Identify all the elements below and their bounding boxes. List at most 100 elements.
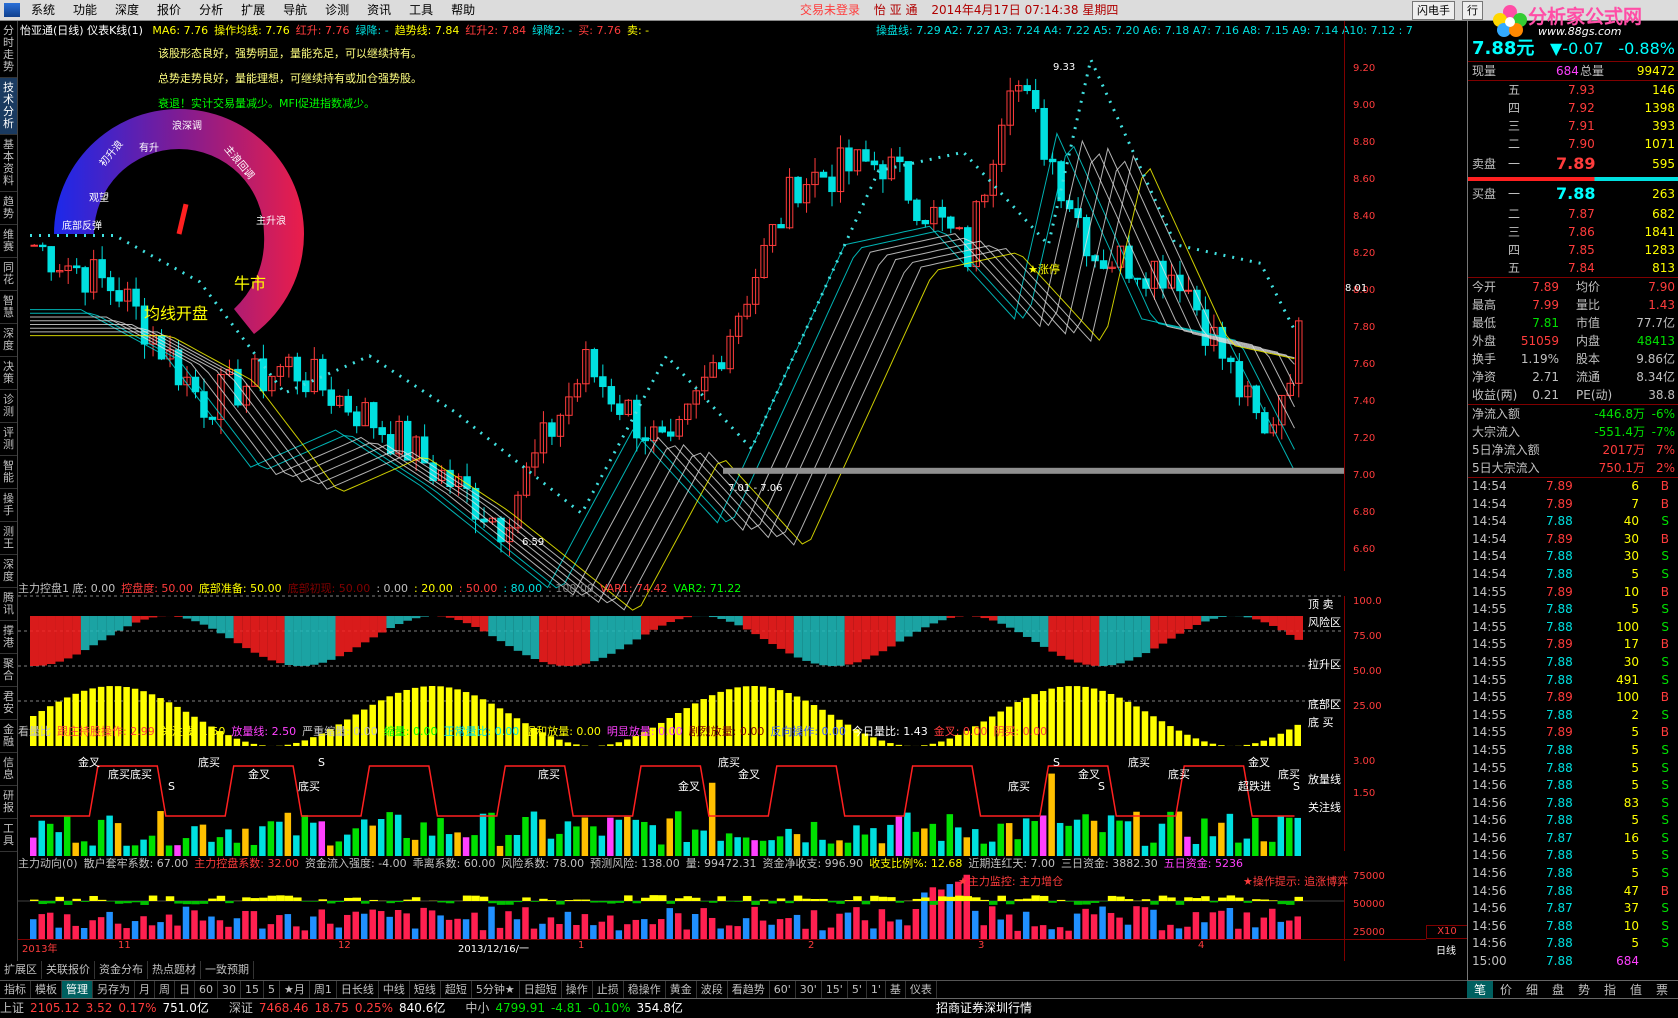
left-tab-13[interactable]: 测王 — [0, 522, 17, 555]
left-tab-12[interactable]: 操手 — [0, 489, 17, 522]
menu-item-4[interactable]: 分析 — [190, 0, 232, 20]
left-tab-6[interactable]: 智慧 — [0, 291, 17, 324]
bottom-tab2-2[interactable]: 资金分布 — [95, 961, 148, 979]
bottom-tab-26[interactable]: 30' — [796, 981, 822, 999]
buy-row[interactable]: 四7.851283 — [1468, 241, 1678, 259]
sell-row[interactable]: 二7.901071 — [1468, 135, 1678, 153]
zoom-x10[interactable]: X10 — [1426, 925, 1468, 939]
sell-row[interactable]: 五7.93146 — [1468, 81, 1678, 99]
tick-list[interactable]: 14:547.896B14:547.897B14:547.8840S14:547… — [1468, 478, 1678, 971]
buy-row[interactable]: 三7.861841 — [1468, 223, 1678, 241]
quote-button[interactable]: 行 — [1462, 1, 1483, 20]
left-tab-21[interactable]: 研报 — [0, 786, 17, 819]
bottom-tab-24[interactable]: 看趋势 — [728, 981, 770, 999]
quote-tab-4[interactable]: 势 — [1571, 981, 1597, 999]
bottom-tab-8[interactable]: 30 — [218, 981, 241, 999]
period-label[interactable]: 日线 — [1426, 942, 1466, 954]
menu-item-8[interactable]: 资讯 — [358, 0, 400, 20]
left-tab-3[interactable]: 趋势 — [0, 192, 17, 225]
bottom-tab2-4[interactable]: 一致预期 — [201, 961, 254, 979]
quote-tab-3[interactable]: 盘 — [1545, 981, 1571, 999]
quote-tab-1[interactable]: 价 — [1493, 981, 1519, 999]
bottom-tab-1[interactable]: 模板 — [31, 981, 62, 999]
menu-item-5[interactable]: 扩展 — [232, 0, 274, 20]
sell-row[interactable]: 卖盘一7.89595 — [1468, 153, 1678, 175]
left-tab-17[interactable]: 聚合 — [0, 654, 17, 687]
left-tab-5[interactable]: 同花 — [0, 258, 17, 291]
left-tab-4[interactable]: 维赛 — [0, 225, 17, 258]
left-tab-10[interactable]: 评测 — [0, 423, 17, 456]
bottom-tab2-0[interactable]: 扩展区 — [0, 961, 42, 979]
bottom-tab2-1[interactable]: 关联报价 — [42, 961, 95, 979]
bottom-tab-29[interactable]: 1' — [867, 981, 886, 999]
left-tab-16[interactable]: 撑港 — [0, 621, 17, 654]
left-tab-11[interactable]: 智能 — [0, 456, 17, 489]
left-tab-7[interactable]: 深度 — [0, 324, 17, 357]
bottom-tab-0[interactable]: 指标 — [0, 981, 31, 999]
bottom-tab-23[interactable]: 波段 — [697, 981, 728, 999]
bottom-tab-12[interactable]: 周1 — [310, 981, 337, 999]
menu-item-1[interactable]: 功能 — [64, 0, 106, 20]
left-tab-1[interactable]: 技术分析 — [0, 78, 17, 135]
bottom-tab-25[interactable]: 60' — [770, 981, 796, 999]
bottom-tab-20[interactable]: 止损 — [593, 981, 624, 999]
left-tab-2[interactable]: 基本资料 — [0, 135, 17, 192]
bottom-tab-31[interactable]: 仪表 — [906, 981, 937, 999]
bottom-tab-11[interactable]: ★月 — [280, 981, 310, 999]
bottom-tab-17[interactable]: 5分钟★ — [472, 981, 520, 999]
buy-row[interactable]: 五7.84813 — [1468, 259, 1678, 277]
bottom-tab-18[interactable]: 日超短 — [520, 981, 562, 999]
left-tab-18[interactable]: 君安 — [0, 687, 17, 720]
login-status[interactable]: 交易未登录 — [800, 3, 860, 17]
menu-item-7[interactable]: 诊测 — [316, 0, 358, 20]
bottom-tab-6[interactable]: 日 — [175, 981, 195, 999]
quote-tab-2[interactable]: 细 — [1519, 981, 1545, 999]
quote-tab-6[interactable]: 值 — [1623, 981, 1649, 999]
index-0[interactable]: 上证2105.123.520.17%751.0亿 — [0, 1001, 215, 1015]
bottom-tab-19[interactable]: 操作 — [562, 981, 593, 999]
bottom-tab-27[interactable]: 15' — [822, 981, 848, 999]
left-tab-9[interactable]: 诊测 — [0, 390, 17, 423]
bottom-tab-21[interactable]: 稳操作 — [624, 981, 666, 999]
index-2[interactable]: 中小4799.91-4.81-0.10%354.8亿 — [465, 1001, 689, 1015]
bottom-tab-7[interactable]: 60 — [195, 981, 218, 999]
left-tab-19[interactable]: 金融 — [0, 720, 17, 753]
menu-item-2[interactable]: 深度 — [106, 0, 148, 20]
bottom-tab-15[interactable]: 短线 — [410, 981, 441, 999]
bottom-tab-3[interactable]: 另存为 — [93, 981, 135, 999]
bottom-tab-9[interactable]: 15 — [241, 981, 264, 999]
index-1[interactable]: 深证7468.4618.750.25%840.6亿 — [229, 1001, 451, 1015]
sell-row[interactable]: 四7.921398 — [1468, 99, 1678, 117]
left-tab-20[interactable]: 信息 — [0, 753, 17, 786]
left-tab-22[interactable]: 工具 — [0, 819, 17, 852]
bottom-tab-30[interactable]: 基 — [886, 981, 906, 999]
quote-tab-0[interactable]: 笔 — [1467, 981, 1493, 999]
left-tab-14[interactable]: 深度 — [0, 555, 17, 588]
flash-trade-button[interactable]: 闪电手 — [1412, 1, 1455, 20]
menu-item-3[interactable]: 报价 — [148, 0, 190, 20]
total-vol: 99472 — [1637, 62, 1675, 80]
menu-item-9[interactable]: 工具 — [400, 0, 442, 20]
buy-row[interactable]: 二7.87682 — [1468, 205, 1678, 223]
menu-item-0[interactable]: 系统 — [22, 0, 64, 20]
bottom-tab-10[interactable]: 5 — [264, 981, 280, 999]
menu-item-6[interactable]: 导航 — [274, 0, 316, 20]
bottom-tab2-3[interactable]: 热点题材 — [148, 961, 201, 979]
quote-tab-7[interactable]: 票 — [1649, 981, 1675, 999]
left-tab-15[interactable]: 腾讯 — [0, 588, 17, 621]
bottom-tab-28[interactable]: 5' — [848, 981, 867, 999]
bottom-tab-13[interactable]: 日长线 — [337, 981, 379, 999]
bottom-tab-4[interactable]: 月 — [135, 981, 155, 999]
bottom-tab-5[interactable]: 周 — [155, 981, 175, 999]
bottom-tab-2[interactable]: 管理 — [62, 981, 93, 999]
bottom-tab-16[interactable]: 超短 — [441, 981, 472, 999]
menu-item-10[interactable]: 帮助 — [442, 0, 484, 20]
buy-row[interactable]: 买盘一7.88263 — [1468, 183, 1678, 205]
sell-row[interactable]: 三7.91393 — [1468, 117, 1678, 135]
bottom-tab-22[interactable]: 黄金 — [666, 981, 697, 999]
bottom-tab-14[interactable]: 中线 — [379, 981, 410, 999]
quote-tab-5[interactable]: 指 — [1597, 981, 1623, 999]
left-tab-8[interactable]: 决策 — [0, 357, 17, 390]
panel4-flow-bar — [319, 899, 327, 901]
left-tab-0[interactable]: 分时走势 — [0, 21, 17, 78]
